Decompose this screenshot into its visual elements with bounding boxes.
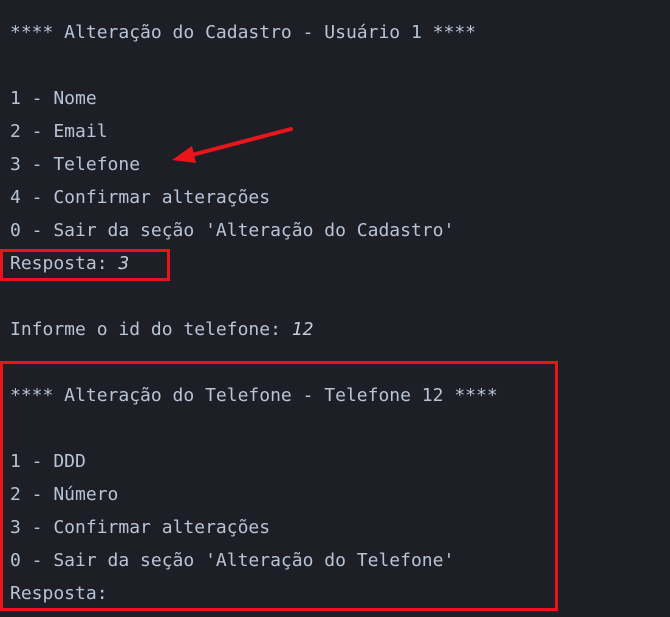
red-arrow-icon (172, 127, 293, 163)
